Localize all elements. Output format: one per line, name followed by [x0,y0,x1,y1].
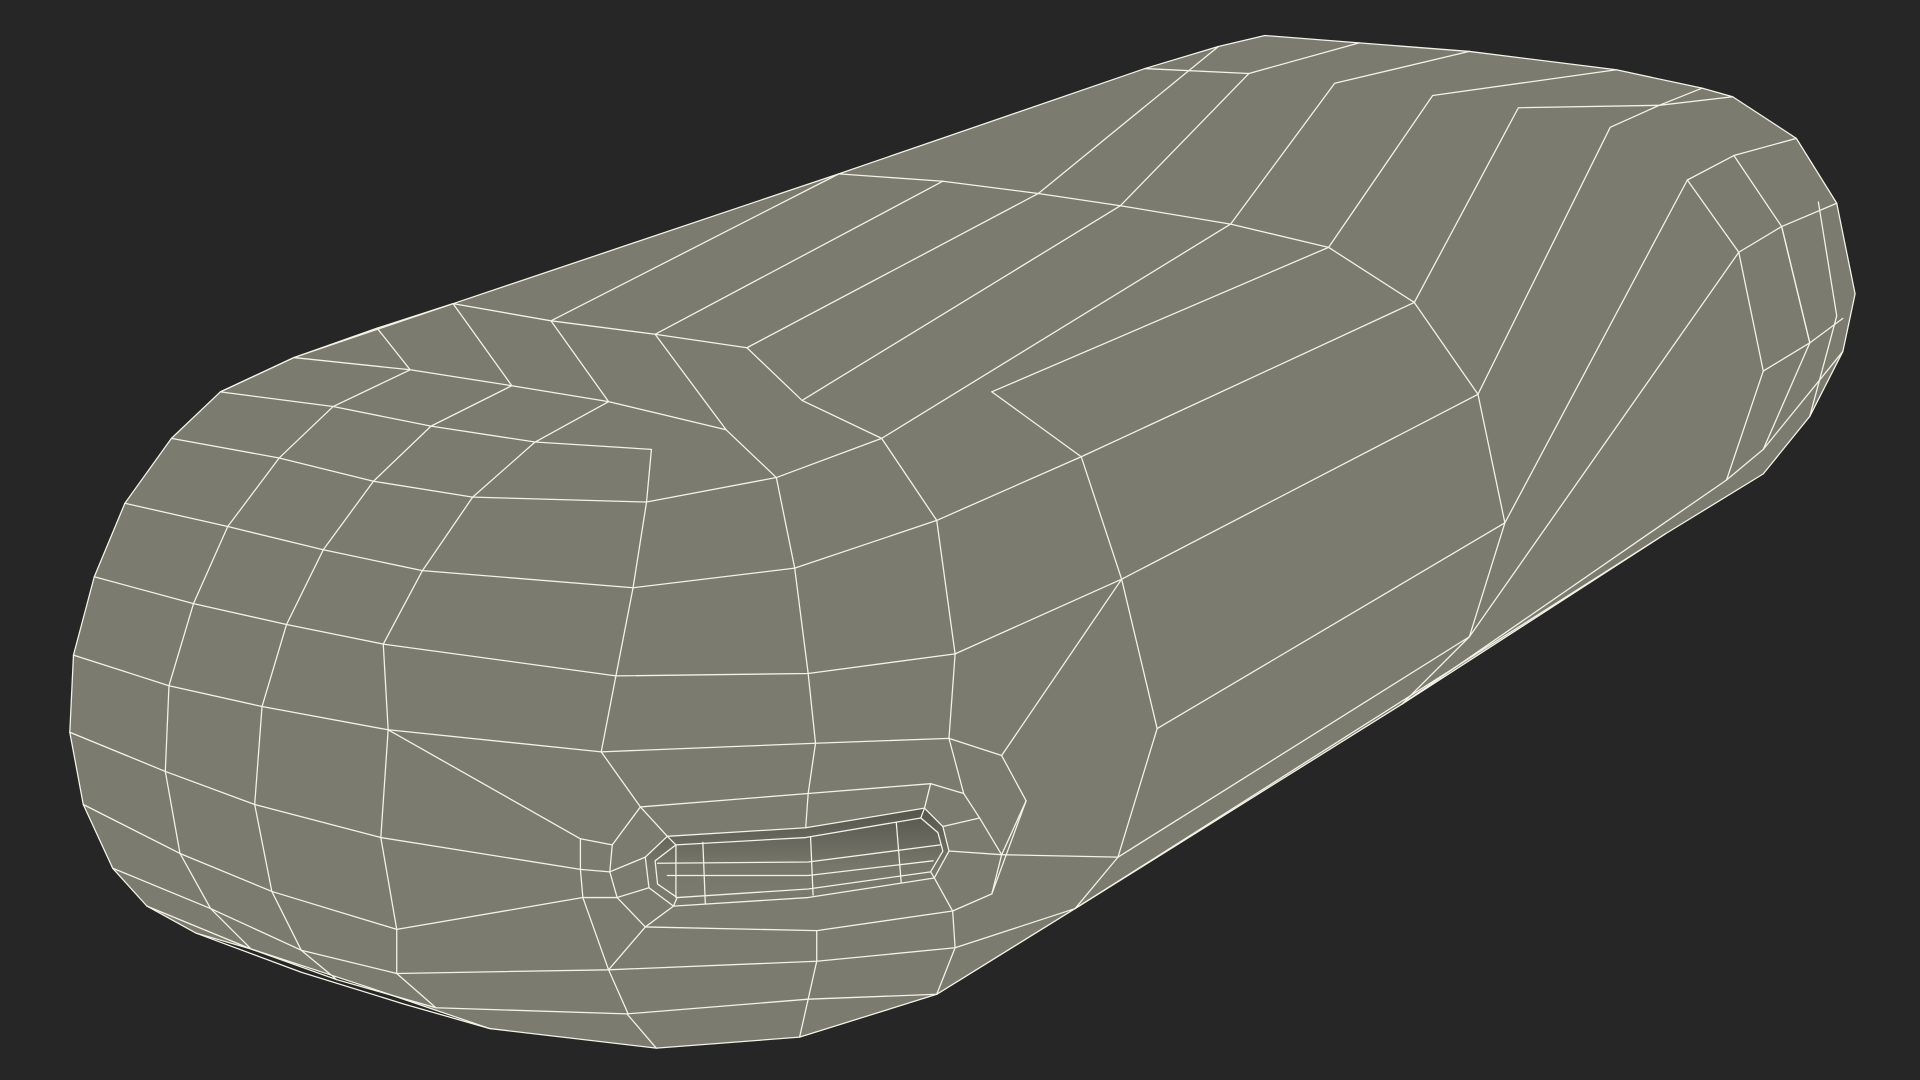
wireframe-mesh [69,34,1856,1049]
3d-viewport[interactable] [0,0,1920,1080]
mesh-silhouette [69,35,1856,1049]
